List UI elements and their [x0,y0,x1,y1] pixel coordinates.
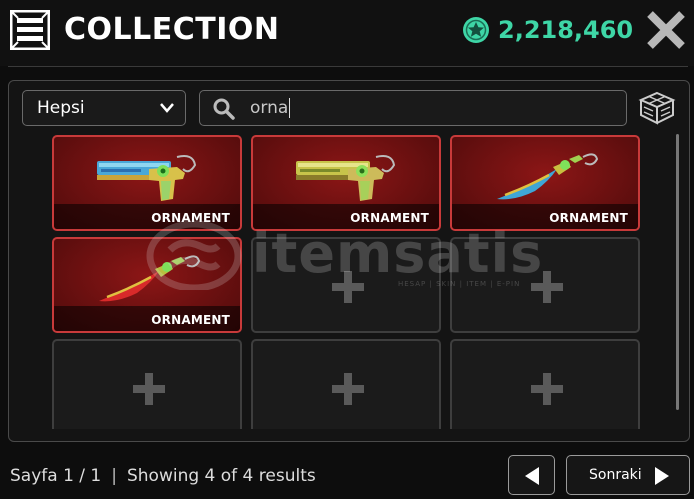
search-icon [213,98,235,120]
arrow-right-icon [655,467,669,485]
item-label: ORNAMENT [350,211,429,225]
header-divider [8,66,688,67]
star-coin-icon [463,17,489,43]
item-label: ORNAMENT [549,211,628,225]
plus-icon [531,271,563,303]
empty-slot[interactable] [52,339,242,429]
previous-page-button[interactable] [508,455,555,495]
empty-slot[interactable] [450,339,640,429]
item-label: ORNAMENT [151,211,230,225]
plus-icon [133,373,165,405]
plus-icon [332,373,364,405]
currency-amount: 2,218,460 [498,16,634,44]
plus-icon [531,373,563,405]
plus-icon [332,271,364,303]
text-caret [289,98,291,118]
pistol-ornament-image [296,155,396,201]
empty-slot[interactable] [251,339,441,429]
header: COLLECTION 2,218,460 [0,0,694,66]
currency-display: 2,218,460 [462,12,633,48]
knife-ornament-image [497,153,599,200]
results-count: Showing 4 of 4 results [126,466,316,486]
category-dropdown[interactable]: Hepsi [22,90,186,126]
next-button-label: Sonraki [589,467,642,483]
item-slot[interactable]: ORNAMENT [52,135,242,231]
box-icon[interactable] [638,91,676,125]
item-label: ORNAMENT [151,313,230,327]
close-icon[interactable] [644,8,688,52]
search-input[interactable]: orna [250,91,291,125]
collection-menu-icon [10,10,50,50]
empty-slot[interactable] [450,237,640,333]
item-slot[interactable]: ORNAMENT [251,135,441,231]
search-input-text: orna [250,98,289,118]
next-page-button[interactable]: Sonraki [566,455,690,495]
separator: | [111,466,117,486]
empty-slot[interactable] [251,237,441,333]
pistol-ornament-image [97,155,197,201]
scrollbar[interactable] [676,134,679,410]
item-slot[interactable]: ORNAMENT [52,237,242,333]
page-indicator: Sayfa 1 / 1 [10,466,102,486]
pagination-info: Sayfa 1 / 1 | Showing 4 of 4 results [10,464,316,488]
arrow-left-icon [525,467,539,485]
chevron-down-icon [160,103,174,113]
knife-ornament-image [99,255,201,302]
category-dropdown-value: Hepsi [37,98,85,118]
search-field[interactable]: orna [199,90,627,126]
page-title: COLLECTION [64,12,280,47]
item-slot[interactable]: ORNAMENT [450,135,640,231]
